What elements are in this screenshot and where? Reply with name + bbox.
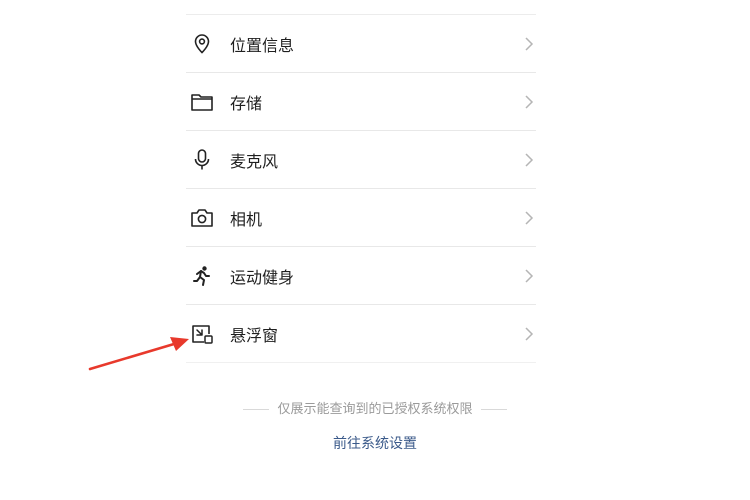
annotation-arrow-icon xyxy=(88,337,189,371)
authorized-permissions-note: 仅展示能查询到的已授权系统权限 xyxy=(0,398,750,417)
location-pin-icon xyxy=(188,30,216,58)
camera-icon xyxy=(188,204,216,232)
permission-row-microphone[interactable]: 麦克风 xyxy=(186,131,536,189)
chevron-right-icon xyxy=(525,36,534,51)
folder-icon xyxy=(188,88,216,116)
chevron-right-icon xyxy=(525,152,534,167)
chevron-right-icon xyxy=(525,210,534,225)
permission-row-floating-window[interactable]: 悬浮窗 xyxy=(186,305,536,363)
permission-row-location[interactable]: 位置信息 xyxy=(186,15,536,73)
permission-list: 位置信息 存储 麦克风 相机 运动健身 悬浮窗 xyxy=(186,15,536,363)
go-to-system-settings-link[interactable]: 前往系统设置 xyxy=(0,433,750,453)
permission-row-storage[interactable]: 存储 xyxy=(186,73,536,131)
note-text: 仅展示能查询到的已授权系统权限 xyxy=(277,402,473,417)
permission-label: 运动健身 xyxy=(230,267,295,287)
note-divider-left xyxy=(243,409,270,410)
permission-label: 位置信息 xyxy=(230,35,295,55)
microphone-icon xyxy=(188,146,216,174)
chevron-right-icon xyxy=(525,326,534,341)
note-divider-right xyxy=(480,409,507,410)
chevron-right-icon xyxy=(525,94,534,109)
chevron-right-icon xyxy=(525,268,534,283)
permission-row-fitness[interactable]: 运动健身 xyxy=(186,247,536,305)
permission-label: 麦克风 xyxy=(230,151,279,171)
permission-row-camera[interactable]: 相机 xyxy=(186,189,536,247)
permission-label: 相机 xyxy=(230,209,263,229)
permission-label: 悬浮窗 xyxy=(230,325,279,345)
running-person-icon xyxy=(188,262,216,290)
permission-label: 存储 xyxy=(230,93,263,113)
